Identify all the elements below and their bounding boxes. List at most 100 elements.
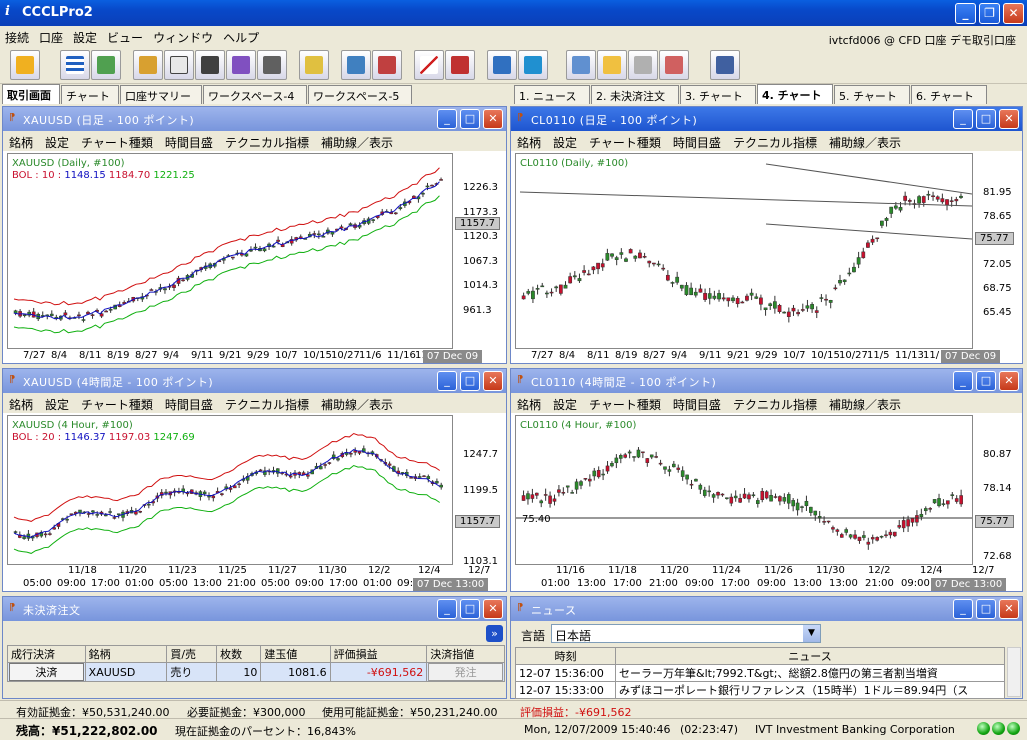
tab-chart-6[interactable]: 6. チャート (911, 85, 987, 104)
news-headline[interactable]: みずほコーポレート銀行リファレンス（15時半）1ドル＝89.94円（ス (615, 681, 1005, 699)
tab-open-orders[interactable]: 2. 未決済注文 (591, 85, 679, 104)
chart-menu-indicators[interactable]: テクニカル指標 (219, 131, 315, 154)
chart-plot-area[interactable]: XAUUSD (4 Hour, #100) BOL : 20 : 1146.37… (7, 415, 453, 565)
candle (398, 207, 403, 210)
settle-button[interactable]: 決済 (9, 663, 84, 681)
chart-menu-symbol[interactable]: 銘柄 (511, 131, 547, 154)
toolbar-window-button[interactable] (597, 50, 627, 80)
y-tick: 80.87 (983, 449, 1012, 460)
table-row[interactable]: 12-07 15:36:00 セーラー万年筆&lt;7992.T&gt;、総額2… (515, 664, 1005, 682)
tab-news[interactable]: 1. ニュース (514, 85, 590, 104)
news-scrollbar[interactable] (1007, 647, 1021, 697)
toolbar-news-button[interactable] (487, 50, 517, 80)
chart-minimize-button[interactable]: _ (437, 109, 457, 129)
chart-close-button[interactable]: ✕ (999, 109, 1019, 129)
toolbar-rates-list-button[interactable] (60, 50, 90, 80)
candle (917, 196, 921, 204)
toolbar-window-close-button[interactable] (659, 50, 689, 80)
tab-workspace-4[interactable]: ワークスペース-4 (203, 85, 307, 104)
candle (839, 534, 844, 538)
candle (43, 533, 48, 536)
toolbar-flag-button[interactable] (195, 50, 225, 80)
toolbar-hourglass-button[interactable] (226, 50, 256, 80)
toolbar-user-button[interactable] (257, 50, 287, 80)
chart-menu-symbol[interactable]: 銘柄 (3, 393, 39, 416)
toolbar-book-button[interactable] (133, 50, 163, 80)
chart-menu-type[interactable]: チャート種類 (75, 131, 159, 154)
candle (795, 502, 800, 511)
tab-chart[interactable]: チャート (61, 85, 119, 104)
chart-menu-settings[interactable]: 設定 (39, 393, 75, 416)
chart-menu-settings[interactable]: 設定 (547, 393, 583, 416)
candle (946, 500, 950, 505)
chart-close-button[interactable]: ✕ (999, 371, 1019, 391)
toolbar-settings-button[interactable] (710, 50, 740, 80)
table-row[interactable]: 12-07 15:33:00 みずほコーポレート銀行リファレンス（15時半）1ド… (515, 681, 1005, 699)
chart-menu-lines[interactable]: 補助線／表示 (315, 131, 399, 154)
minimize-button[interactable]: _ (955, 3, 976, 24)
chart-plot-area[interactable]: CL0110 (4 Hour, #100) 75.40 (515, 415, 973, 565)
chart-menu-type[interactable]: チャート種類 (583, 131, 667, 154)
orders-maximize-button[interactable]: □ (460, 599, 480, 619)
orders-minimize-button[interactable]: _ (437, 599, 457, 619)
chart-menu-timescale[interactable]: 時間目盛 (667, 131, 727, 154)
toolbar-window-minus-button[interactable] (628, 50, 658, 80)
chart-maximize-button[interactable]: □ (460, 371, 480, 391)
chart-menu-symbol[interactable]: 銘柄 (3, 131, 39, 154)
toolbar-connect-button[interactable] (10, 50, 40, 80)
restore-button[interactable]: ❐ (979, 3, 1000, 24)
news-maximize-button[interactable]: □ (976, 599, 996, 619)
table-row[interactable]: 決済 XAUUSD 売り 10 1081.6 -¥691,562 発注 (7, 662, 505, 682)
chart-menu-indicators[interactable]: テクニカル指標 (727, 393, 823, 416)
toolbar-broadcast-button[interactable] (518, 50, 548, 80)
chart-close-button[interactable]: ✕ (483, 371, 503, 391)
tab-chart-3[interactable]: 3. チャート (680, 85, 756, 104)
expand-arrow-icon[interactable]: » (486, 625, 503, 642)
tab-trading[interactable]: 取引画面 (2, 84, 60, 104)
chart-minimize-button[interactable]: _ (437, 371, 457, 391)
chart-menu-lines[interactable]: 補助線／表示 (823, 393, 907, 416)
news-minimize-button[interactable]: _ (953, 599, 973, 619)
toolbar-report-button[interactable] (372, 50, 402, 80)
chart-menu-timescale[interactable]: 時間目盛 (159, 393, 219, 416)
tab-account-summary[interactable]: 口座サマリー (120, 85, 202, 104)
close-button[interactable]: ✕ (1003, 3, 1024, 24)
chevron-down-icon[interactable]: ▼ (803, 625, 820, 642)
toolbar-document-button[interactable] (445, 50, 475, 80)
chart-menu-settings[interactable]: 設定 (39, 131, 75, 154)
chart-menu-timescale[interactable]: 時間目盛 (667, 393, 727, 416)
orders-close-button[interactable]: ✕ (483, 599, 503, 619)
chart-menu-type[interactable]: チャート種類 (75, 393, 159, 416)
place-limit-button[interactable]: 発注 (428, 663, 503, 681)
chart-menu-timescale[interactable]: 時間目盛 (159, 131, 219, 154)
chart-plot-area[interactable]: CL0110 (Daily, #100) (515, 153, 973, 349)
chart-minimize-button[interactable]: _ (953, 371, 973, 391)
chart-menu-symbol[interactable]: 銘柄 (511, 393, 547, 416)
tab-chart-5[interactable]: 5. チャート (834, 85, 910, 104)
news-headline[interactable]: セーラー万年筆&lt;7992.T&gt;、総額2.8億円の第三者割当増資 (615, 664, 1005, 682)
toolbar-tools-button[interactable] (341, 50, 371, 80)
chart-menu-indicators[interactable]: テクニカル指標 (727, 131, 823, 154)
toolbar-chart-button[interactable] (414, 50, 444, 80)
chart-maximize-button[interactable]: □ (976, 109, 996, 129)
tab-chart-4[interactable]: 4. チャート (757, 84, 833, 104)
chart-maximize-button[interactable]: □ (460, 109, 480, 129)
chart-close-button[interactable]: ✕ (483, 109, 503, 129)
news-close-button[interactable]: ✕ (999, 599, 1019, 619)
chart-menu-settings[interactable]: 設定 (547, 131, 583, 154)
chart-menu-indicators[interactable]: テクニカル指標 (219, 393, 315, 416)
candle (852, 266, 856, 273)
candle (521, 295, 526, 300)
chart-plot-area[interactable]: XAUUSD (Daily, #100) BOL : 10 : 1148.15 … (7, 153, 453, 349)
toolbar-calendar-button[interactable] (164, 50, 194, 80)
chart-maximize-button[interactable]: □ (976, 371, 996, 391)
chart-menu-lines[interactable]: 補助線／表示 (315, 393, 399, 416)
toolbar-rates-panel-button[interactable] (91, 50, 121, 80)
language-select[interactable]: 日本語 ▼ (551, 624, 821, 643)
toolbar-gauge-button[interactable] (299, 50, 329, 80)
chart-minimize-button[interactable]: _ (953, 109, 973, 129)
chart-menu-type[interactable]: チャート種類 (583, 393, 667, 416)
chart-menu-lines[interactable]: 補助線／表示 (823, 131, 907, 154)
tab-workspace-5[interactable]: ワークスペース-5 (308, 85, 412, 104)
toolbar-tile-button[interactable] (566, 50, 596, 80)
